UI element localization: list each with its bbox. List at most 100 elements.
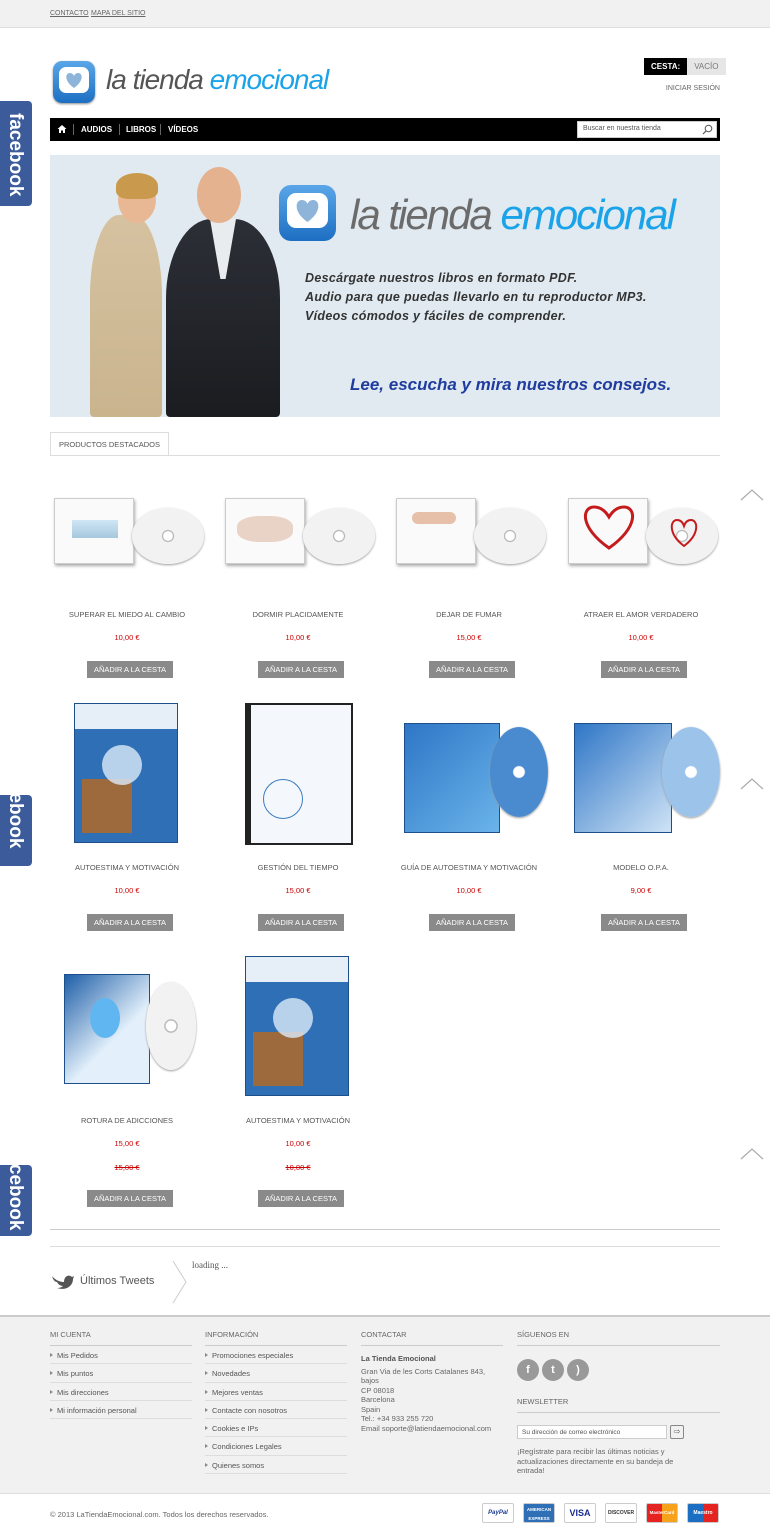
product-name[interactable]: SUPERAR EL MIEDO AL CAMBIO [52, 610, 202, 619]
product-price: 10,00 € [628, 633, 654, 642]
tab-divider [50, 455, 720, 456]
address-line: Barcelona [361, 1395, 395, 1404]
sitemap-link[interactable]: MAPA DEL SITIO [91, 10, 145, 17]
footer-follow: SÍGUENOS EN [517, 1330, 720, 1346]
product-name[interactable]: ROTURA DE ADICCIONES [52, 1116, 202, 1125]
product-name[interactable]: MODELO O.P.A. [566, 863, 716, 872]
product-name[interactable]: DEJAR DE FUMAR [394, 610, 544, 619]
banner-logo-text: la tienda emocional [350, 191, 676, 238]
maestro-icon: Maestro [687, 1503, 719, 1523]
footer-heading: CONTACTAR [361, 1330, 503, 1346]
product-name[interactable]: DORMIR PLACIDAMENTE [223, 610, 373, 619]
product-price: 10,00 € [456, 886, 482, 895]
nav-item-videos[interactable]: VÍDEOS [168, 125, 198, 134]
footer-link[interactable]: Quienes somos [205, 1456, 347, 1475]
facebook-side-tab[interactable]: facebook [0, 101, 32, 206]
banner-heart-icon [279, 185, 336, 241]
footer-link[interactable]: Cookies e IPs [205, 1419, 347, 1438]
twitter-bird-icon [52, 1275, 74, 1289]
tab-featured-products[interactable]: PRODUCTOS DESTACADOS [50, 432, 169, 456]
product-name[interactable]: AUTOESTIMA Y MOTIVACIÓN [223, 1116, 373, 1125]
footer-link[interactable]: Mis Pedidos [50, 1346, 192, 1365]
twitter-icon[interactable]: t [542, 1359, 564, 1381]
facebook-icon[interactable]: f [517, 1359, 539, 1381]
add-to-cart-button[interactable]: AÑADIR A LA CESTA [258, 661, 344, 678]
product-name[interactable]: GESTIÓN DEL TIEMPO [223, 863, 373, 872]
footer-link[interactable]: Mis direcciones [50, 1383, 192, 1401]
product-price: 10,00 € [285, 1139, 311, 1148]
product-image[interactable] [223, 703, 373, 853]
search-icon[interactable] [702, 124, 713, 135]
product-image[interactable] [223, 480, 375, 600]
add-to-cart-button[interactable]: AÑADIR A LA CESTA [87, 661, 173, 678]
rss-icon[interactable]: ) [567, 1359, 589, 1381]
footer-information: INFORMACIÓN Promociones especiales Noved… [205, 1330, 347, 1475]
banner-line-1: Descárgate nuestros libros en formato PD… [305, 271, 578, 285]
address-line: Spain [361, 1404, 381, 1414]
add-to-cart-button[interactable]: AÑADIR A LA CESTA [87, 1190, 173, 1207]
add-to-cart-button[interactable]: AÑADIR A LA CESTA [429, 661, 515, 678]
newsletter-email-input[interactable]: Su dirección de correo electrónico [517, 1425, 667, 1439]
contact-link[interactable]: CONTACTO [50, 10, 89, 17]
footer-my-account: MI CUENTA Mis Pedidos Mis puntos Mis dir… [50, 1330, 192, 1420]
footer-link[interactable]: Contacte con nosotros [205, 1401, 347, 1420]
product-old-price: 10,00 € [285, 1163, 311, 1172]
product-image[interactable] [52, 974, 202, 1106]
product-price: 15,00 € [114, 1139, 140, 1148]
footer-heading: MI CUENTA [50, 1330, 192, 1346]
cart-value: VACÍO [687, 58, 726, 75]
add-to-cart-button[interactable]: AÑADIR A LA CESTA [87, 914, 173, 931]
add-to-cart-button[interactable]: AÑADIR A LA CESTA [601, 661, 687, 678]
search-input[interactable]: Buscar en nuestra tienda [577, 121, 717, 138]
copyright-text: © 2013 LaTiendaEmocional.com. Todos los … [50, 1510, 269, 1519]
nav-item-libros[interactable]: LIBROS [126, 125, 156, 134]
scroll-up-icon[interactable] [740, 778, 764, 790]
product-name[interactable]: AUTOESTIMA Y MOTIVACIÓN [52, 863, 202, 872]
product-image[interactable] [52, 480, 204, 600]
footer-link[interactable]: Novedades [205, 1364, 347, 1383]
footer-link[interactable]: Condiciones Legales [205, 1437, 347, 1456]
email-link[interactable]: Email soporte@latiendaemocional.com [361, 1424, 503, 1434]
banner-slogan: Lee, escucha y mira nuestros consejos. [350, 375, 672, 394]
cart-block[interactable]: CESTA: VACÍO [644, 58, 726, 75]
product-image[interactable] [52, 703, 202, 853]
product-image[interactable] [394, 480, 546, 600]
add-to-cart-button[interactable]: AÑADIR A LA CESTA [258, 914, 344, 931]
login-link[interactable]: INICIAR SESIÓN [640, 85, 720, 92]
footer-link[interactable]: Mi información personal [50, 1401, 192, 1420]
footer-link[interactable]: Promociones especiales [205, 1346, 347, 1365]
newsletter-submit-icon[interactable]: ⇨ [670, 1425, 684, 1439]
facebook-side-tab[interactable]: facebook [0, 1165, 32, 1236]
amex-icon: AMERICAN EXPRESS [523, 1503, 555, 1523]
product-price: 10,00 € [114, 886, 140, 895]
add-to-cart-button[interactable]: AÑADIR A LA CESTA [258, 1190, 344, 1207]
address-line: Gran Via de les Corts Catalanes 843, baj… [361, 1366, 486, 1386]
footer-link[interactable]: Mejores ventas [205, 1383, 347, 1401]
home-icon[interactable] [57, 124, 67, 134]
nav-item-audios[interactable]: AUDIOS [81, 125, 112, 134]
product-image[interactable] [566, 723, 720, 853]
add-to-cart-button[interactable]: AÑADIR A LA CESTA [429, 914, 515, 931]
product-image[interactable] [394, 723, 548, 853]
hero-banner[interactable]: la tienda emocional Descárgate nuestros … [50, 155, 720, 417]
footer-heading: SÍGUENOS EN [517, 1330, 720, 1346]
product-name[interactable]: ATRAER EL AMOR VERDADERO [566, 610, 716, 619]
facebook-side-tab[interactable]: facebook [0, 795, 32, 866]
product-old-price: 15,00 € [114, 1163, 140, 1172]
product-name[interactable]: GUÍA DE AUTOESTIMA Y MOTIVACIÓN [394, 863, 544, 872]
facebook-label: facebook [5, 795, 26, 849]
nav-separator [160, 124, 161, 135]
heart-logo-icon [53, 61, 95, 103]
paypal-icon: PayPal [482, 1503, 514, 1523]
visa-icon: VISA [564, 1503, 596, 1523]
product-price: 9,00 € [630, 886, 652, 895]
facebook-label: facebook [5, 1165, 26, 1231]
scroll-up-icon[interactable] [740, 489, 764, 501]
product-image[interactable] [223, 956, 373, 1106]
footer-link[interactable]: Mis puntos [50, 1364, 192, 1383]
product-image[interactable] [566, 480, 718, 600]
scroll-up-icon[interactable] [740, 1148, 764, 1160]
add-to-cart-button[interactable]: AÑADIR A LA CESTA [601, 914, 687, 931]
cart-label: CESTA: [644, 58, 688, 75]
address-line: CP 08018 [361, 1385, 395, 1395]
